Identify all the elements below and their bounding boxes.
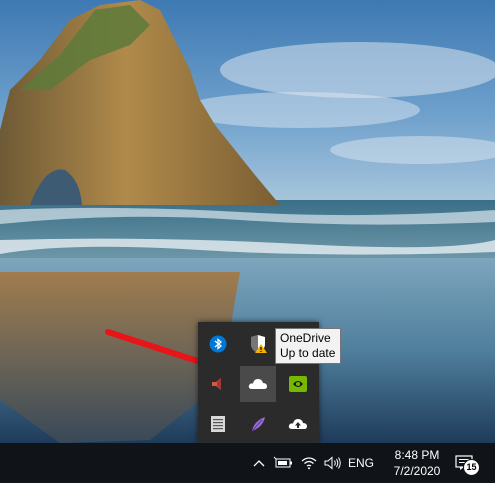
clock-time: 8:48 PM [394,448,440,462]
wifi-icon[interactable] [298,443,320,483]
keyboard-icon[interactable] [200,406,236,442]
battery-power-icon[interactable] [272,443,294,483]
tooltip-status: Up to date [280,346,336,360]
taskbar: ENG 8:48 PM 7/2/2020 [0,443,495,483]
cloud-upload-icon[interactable] [280,406,316,442]
language-indicator[interactable]: ENG [346,443,376,483]
onedrive-tooltip: OneDrive Up to date [275,328,341,364]
nvidia-icon[interactable] [280,366,316,402]
clock[interactable]: 8:48 PM 7/2/2020 [384,443,450,483]
bluetooth-icon[interactable] [200,326,236,362]
onedrive-icon[interactable] [240,366,276,402]
windows-security-warning-icon[interactable] [240,326,276,362]
volume-icon[interactable] [322,443,344,483]
chevron-up-icon[interactable] [250,443,268,483]
notification-count-badge: 15 [463,459,480,476]
clock-date: 7/2/2020 [393,464,441,478]
feather-icon[interactable] [240,406,276,442]
tooltip-title: OneDrive [280,331,331,345]
speaker-icon[interactable] [200,366,236,402]
